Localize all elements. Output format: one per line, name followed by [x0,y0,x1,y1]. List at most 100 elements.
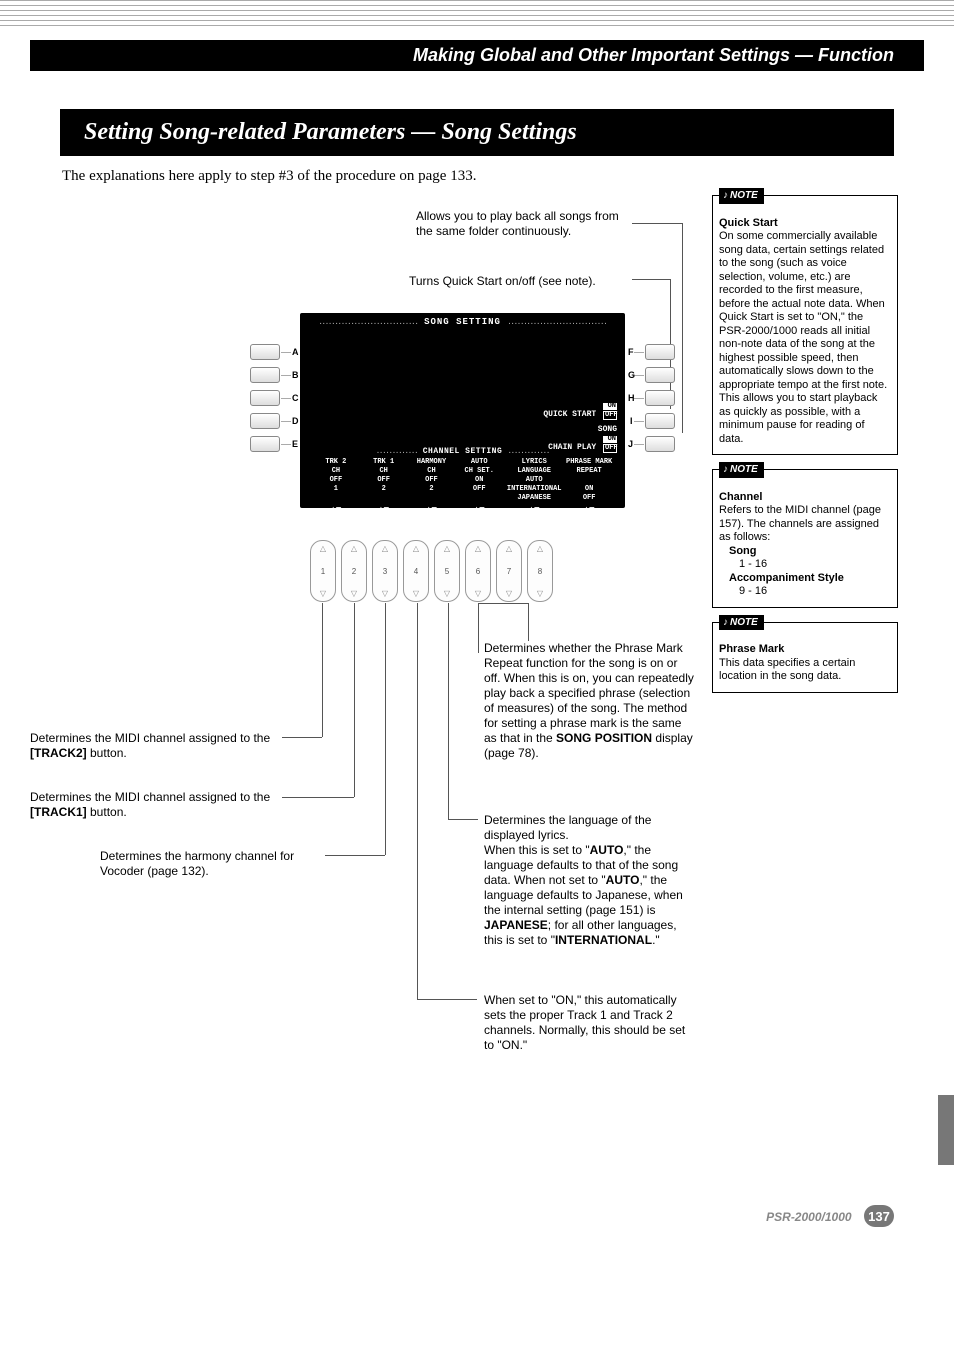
note-title: Phrase Mark [719,643,784,655]
lcd-col: TRK 1 CH OFF 2 [360,458,408,503]
callout-track2-ch: Determines the MIDI channel assigned to … [30,731,277,761]
lcd-col: TRK 2 CH OFF 1 [312,458,360,503]
side-button-b[interactable] [250,367,280,383]
callout-quickstart: Turns Quick Start on/off (see note). [409,274,629,289]
note-sub: Accompaniment Style [729,572,844,584]
lead-line [448,819,478,820]
lead-line [478,603,479,653]
toggle-button[interactable]: △3▽ [372,540,398,602]
lead-line [448,603,449,819]
up-arrow-icon: △ [351,544,357,553]
lcd-title: ............................... SONG SET… [300,317,625,327]
side-button-a[interactable] [250,344,280,360]
model-label: PSR-2000/1000 [766,1210,851,1224]
lead-line [322,603,323,737]
down-arrow-icon: ▽ [320,589,326,598]
note-body: On some commercially available song data… [719,230,887,445]
side-label: F [628,347,634,357]
up-arrow-icon: △ [475,544,481,553]
updown-icon: ▲▼ [360,505,408,515]
breadcrumb: Making Global and Other Important Settin… [413,45,924,66]
lead-line [354,603,355,797]
up-arrow-icon: △ [320,544,326,553]
note-sub-value: 9 - 16 [739,585,891,599]
lead-line [632,279,670,280]
lead-line [385,603,386,855]
lead-line [282,737,322,738]
note-sub: Song [729,545,757,557]
toggle-button[interactable]: △1▽ [310,540,336,602]
up-arrow-icon: △ [444,544,450,553]
note-label: ♪NOTE [719,462,764,478]
lcd-col: LYRICS LANGUAGE AUTO INTERNATIONAL JAPAN… [503,458,565,503]
down-arrow-icon: ▽ [444,589,450,598]
side-label: D [292,416,299,426]
down-arrow-icon: ▽ [351,589,357,598]
side-label: J [628,439,633,449]
side-button-e[interactable] [250,436,280,452]
callout-auto-ch-set: When set to "ON," this automatically set… [484,993,694,1053]
up-arrow-icon: △ [537,544,543,553]
updown-icon: ▲▼ [312,505,360,515]
note-phrase-mark: ♪NOTE Phrase Mark This data specifies a … [712,622,898,693]
note-label: ♪NOTE [719,615,764,631]
page-number: 137 [864,1205,894,1227]
updown-icon: ▲▼ [503,505,565,515]
note-quick-start: ♪NOTE Quick Start On some commercially a… [712,195,898,455]
toggle-button[interactable]: △2▽ [341,540,367,602]
down-arrow-icon: ▽ [382,589,388,598]
down-arrow-icon: ▽ [475,589,481,598]
up-arrow-icon: △ [506,544,512,553]
note-icon: ♪ [723,617,728,628]
side-label: C [292,393,299,403]
note-icon: ♪ [723,464,728,475]
callout-phrase-mark-repeat: Determines whether the Phrase Mark Repea… [484,641,694,761]
down-arrow-icon: ▽ [506,589,512,598]
side-button-g[interactable] [645,367,675,383]
callout-lyrics-lang: Determines the language of the displayed… [484,813,694,948]
lead-line [417,603,418,999]
side-label: B [292,370,299,380]
lcd-col: PHRASE MARK REPEAT ON OFF [565,458,613,503]
side-button-f[interactable] [645,344,675,360]
callout-harmony-ch: Determines the harmony channel for Vocod… [100,849,320,879]
note-label: ♪NOTE [719,188,764,204]
lead-line [682,223,683,433]
side-button-h[interactable] [645,390,675,406]
side-label: G [628,370,635,380]
side-label: E [292,439,298,449]
main-title-bar: Setting Song-related Parameters — Song S… [60,109,894,156]
side-button-i[interactable] [645,413,675,429]
side-label: I [630,416,633,426]
diagram-area: ♪NOTE Quick Start On some commercially a… [60,195,894,1155]
toggle-bank: △1▽ △2▽ △3▽ △4▽ △5▽ △6▽ △7▽ △8▽ [310,540,553,602]
side-button-d[interactable] [250,413,280,429]
toggle-button[interactable]: △5▽ [434,540,460,602]
lead-line [325,855,385,856]
side-label: A [292,347,299,357]
down-arrow-icon: ▽ [537,589,543,598]
toggle-button[interactable]: △6▽ [465,540,491,602]
toggle-button[interactable]: △7▽ [496,540,522,602]
toggle-button[interactable]: △4▽ [403,540,429,602]
note-sub-value: 1 - 16 [739,558,891,572]
lead-line [528,603,529,641]
lcd-cols: TRK 2 CH OFF 1 TRK 1 CH OFF 2 HARMONY CH… [312,458,613,503]
side-button-c[interactable] [250,390,280,406]
up-arrow-icon: △ [382,544,388,553]
down-arrow-icon: ▽ [413,589,419,598]
updown-icon: ▲▼ [408,505,456,515]
lcd-quickstart: QUICK START ON OFF [543,401,617,420]
note-title: Quick Start [719,217,778,229]
side-button-j[interactable] [645,436,675,452]
lead-line [632,223,682,224]
toggle-button[interactable]: △8▽ [527,540,553,602]
note-icon: ♪ [723,190,728,201]
note-title: Channel [719,491,762,503]
main-title: Setting Song-related Parameters — Song S… [84,119,577,145]
note-channel: ♪NOTE Channel Refers to the MIDI channel… [712,469,898,608]
intro-text: The explanations here apply to step #3 o… [62,168,894,185]
side-label: H [628,393,635,403]
lead-line [417,999,477,1000]
page-footer: PSR-2000/1000 137 [0,1205,954,1227]
